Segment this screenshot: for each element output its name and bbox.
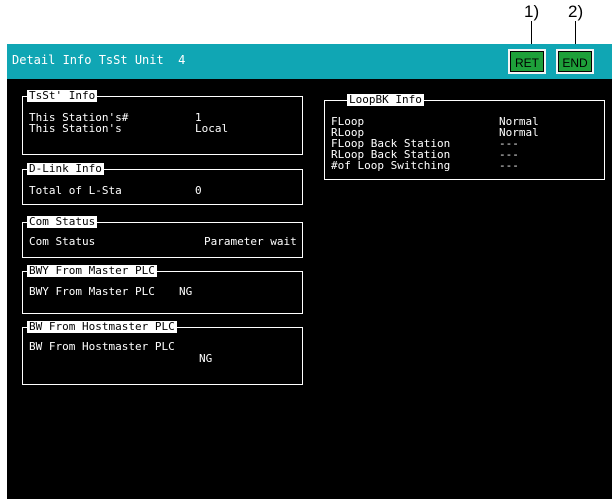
- com-status-value: Parameter wait: [204, 235, 297, 248]
- tsst-info-title: TsSt' Info: [27, 89, 98, 102]
- tsst-info-panel: TsSt' Info This Station's# 1 This Statio…: [22, 90, 303, 155]
- total-l-sta-label: Total of L-Sta: [29, 184, 122, 197]
- com-status-label: Com Status: [29, 235, 96, 248]
- ret-button[interactable]: RET: [508, 49, 546, 74]
- bw-hostmaster-value: NG: [199, 352, 213, 365]
- total-l-sta-value: 0: [195, 184, 202, 197]
- loop-switching-count-value: ---: [499, 159, 519, 172]
- loopbk-info-title: LoopBK Info: [347, 93, 424, 106]
- got-screen: Detail Info TsSt Unit 4 RET END TsSt' In…: [7, 44, 612, 499]
- dlink-info-title: D-Link Info: [27, 162, 104, 175]
- callout-end: 2): [568, 2, 584, 21]
- bwy-master-title: BWY From Master PLC: [27, 264, 157, 277]
- bw-hostmaster-title: BW From Hostmaster PLC: [27, 320, 177, 333]
- end-button[interactable]: END: [556, 49, 594, 74]
- bw-hostmaster-panel: BW From Hostmaster PLC BW From Hostmaste…: [22, 321, 303, 385]
- bw-hostmaster-label: BW From Hostmaster PLC: [29, 340, 175, 353]
- loopbk-info-panel: LoopBK Info FLoop Normal RLoop Normal FL…: [324, 94, 605, 180]
- dlink-info-panel: D-Link Info Total of L-Sta 0: [22, 163, 303, 205]
- title-bar: Detail Info TsSt Unit 4 RET END: [7, 44, 612, 79]
- com-status-title: Com Status: [27, 215, 98, 228]
- com-status-panel: Com Status Com Status Parameter wait: [22, 216, 303, 258]
- bwy-master-value: NG: [179, 285, 193, 298]
- this-station-type-value: Local: [195, 122, 229, 135]
- screen-title: Detail Info TsSt Unit 4: [12, 53, 186, 67]
- bwy-master-panel: BWY From Master PLC BWY From Master PLC …: [22, 265, 303, 314]
- callout-ret: 1): [524, 2, 540, 21]
- bwy-master-label: BWY From Master PLC: [29, 285, 155, 298]
- loop-switching-count-label: #of Loop Switching: [331, 159, 451, 172]
- this-station-type-label: This Station's: [29, 122, 122, 135]
